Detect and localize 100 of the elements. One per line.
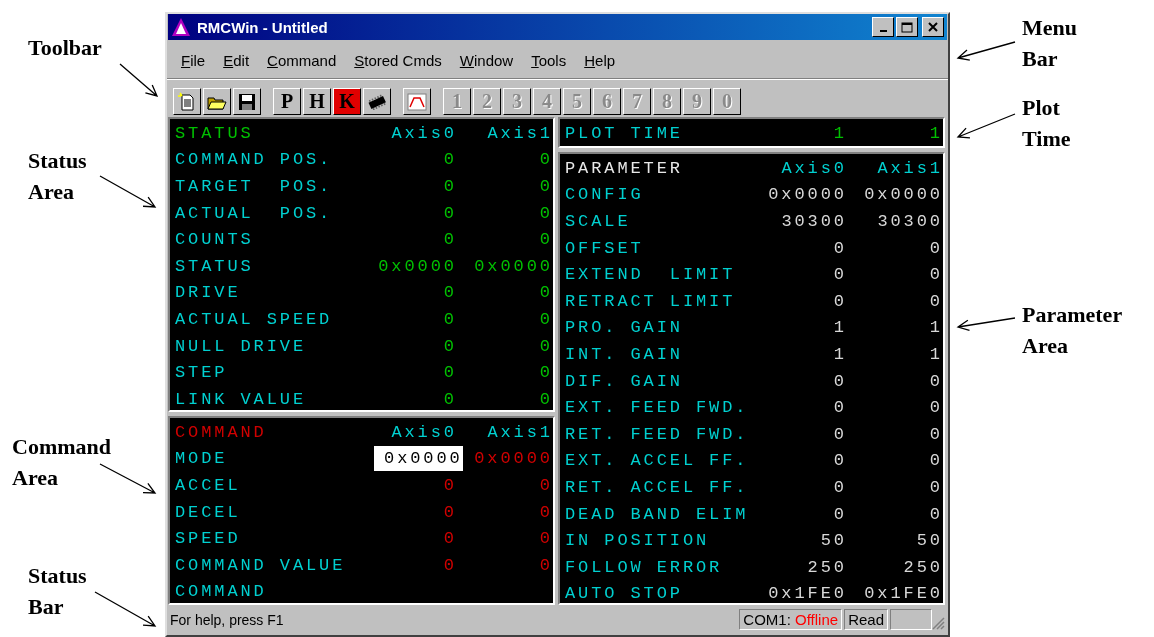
value-text: 0 (928, 398, 943, 418)
value-text: 0 (442, 230, 457, 250)
row-label: EXT. FEED FWD. (565, 398, 750, 418)
row-label: FOLLOW ERROR (565, 557, 724, 577)
row-label: DIF. GAIN (565, 371, 684, 391)
value-text: 0x0000 (473, 449, 553, 469)
value-text: 0 (442, 336, 457, 356)
callout-arrow (956, 113, 1016, 139)
row-label: ACTUAL SPEED (175, 309, 334, 329)
plot-button[interactable] (403, 88, 431, 115)
column-header: Axis1 (486, 123, 553, 143)
value-text: 0 (442, 203, 457, 223)
value-text: 0 (832, 291, 847, 311)
chip-button[interactable] (363, 88, 391, 115)
value-text: 0 (832, 477, 847, 497)
toolbar-button[interactable]: K (333, 88, 361, 115)
row-label: INT. GAIN (565, 344, 684, 364)
value-text: 0x0000 (377, 256, 457, 276)
value-text: 0x1FE0 (767, 584, 847, 603)
column-header: Axis1 (486, 422, 553, 442)
callout-label: Toolbar (28, 34, 102, 62)
row-label: LINK VALUE (175, 389, 308, 409)
value-text: 0 (442, 389, 457, 409)
value-text: 0 (832, 504, 847, 524)
new-page-icon (177, 91, 197, 112)
open-folder-button[interactable] (203, 88, 231, 115)
callout-arrow (956, 41, 1016, 61)
callout-arrow (99, 175, 157, 208)
menu-item[interactable]: Window (451, 49, 522, 71)
row-label: IN POSITION (565, 531, 711, 551)
row-label: DECEL (175, 502, 242, 522)
column-header: Axis0 (390, 422, 457, 442)
menu-item[interactable]: File (173, 49, 214, 71)
help-text: For help, press F1 (170, 611, 285, 628)
value-text: 0 (538, 230, 553, 250)
row-label: STATUS (175, 256, 255, 276)
value-text: 250 (902, 557, 943, 577)
value-text: 30300 (876, 212, 943, 231)
value-text: 0 (832, 398, 847, 418)
row-label: AUTO STOP (565, 584, 684, 603)
callout-label: Command Area (12, 433, 111, 492)
value-text: 0 (538, 309, 553, 329)
window-title: RMCWin - Untitled (197, 18, 329, 36)
row-label: ACCEL (175, 476, 242, 495)
value-text: 0 (538, 476, 553, 495)
callout-arrow (99, 463, 157, 494)
value-text: 0 (538, 502, 553, 522)
value-text: 0 (832, 265, 847, 285)
menu-item[interactable]: Edit (215, 49, 258, 71)
value-text: 0 (832, 238, 847, 258)
close-icon (928, 22, 938, 32)
maximize-button[interactable] (896, 17, 918, 37)
row-label: NULL DRIVE (175, 336, 308, 356)
toolbar-button[interactable]: H (303, 88, 331, 115)
value-text: 0 (442, 363, 457, 383)
value-text: 0x0000 (473, 256, 553, 276)
row-label: RET. ACCEL FF. (565, 477, 750, 497)
row-label: RETRACT LIMIT (565, 291, 737, 311)
row-label: STEP (175, 363, 229, 383)
row-label: PRO. GAIN (565, 318, 684, 338)
value-text: 250 (806, 557, 847, 577)
mode-pane: Read (844, 609, 888, 630)
value-text: 0 (928, 371, 943, 391)
minimize-icon (879, 29, 887, 32)
close-button[interactable] (922, 17, 944, 37)
value-text: 0 (928, 291, 943, 311)
menu-item[interactable]: Tools (523, 49, 575, 71)
value-text: 0 (442, 283, 457, 303)
value-text: 0 (928, 424, 943, 444)
callout-arrow (119, 63, 159, 97)
panel-title: STATUS (175, 123, 255, 143)
row-label: COMMAND VALUE (175, 555, 347, 575)
value-text: 0 (928, 238, 943, 258)
connection-pane: COM1: Offline (739, 609, 843, 630)
row-label: SCALE (565, 212, 632, 231)
row-label: DEAD BAND ELIM (565, 504, 750, 524)
row-label: COMMAND (175, 582, 268, 602)
callout-label: Menu Bar (1022, 14, 1077, 73)
row-label: DRIVE (175, 283, 242, 303)
value-text: 30300 (780, 212, 847, 231)
value-text: 0x1FE0 (863, 584, 943, 603)
plot-icon (407, 92, 427, 111)
row-label: OFFSET (565, 238, 645, 258)
value-text: 50 (819, 531, 847, 551)
chip-icon (366, 93, 388, 110)
value-text: 0 (442, 309, 457, 329)
value-text: 0 (538, 555, 553, 575)
new-file-button[interactable] (173, 88, 201, 115)
value-text: 0x0000 (767, 185, 847, 205)
menu-item[interactable]: Command (259, 49, 345, 71)
value-text: 1 (832, 344, 847, 364)
toolbar-button[interactable]: P (273, 88, 301, 115)
row-label: SPEED (175, 529, 242, 549)
value-text: 0 (442, 502, 457, 522)
value-field[interactable]: 0x0000 (374, 446, 463, 472)
save-button[interactable] (233, 88, 261, 115)
menu-item[interactable]: Stored Cmds (346, 49, 450, 71)
minimize-button[interactable] (872, 17, 894, 37)
value-text: 1 (832, 318, 847, 338)
menu-item[interactable]: Help (576, 49, 624, 71)
